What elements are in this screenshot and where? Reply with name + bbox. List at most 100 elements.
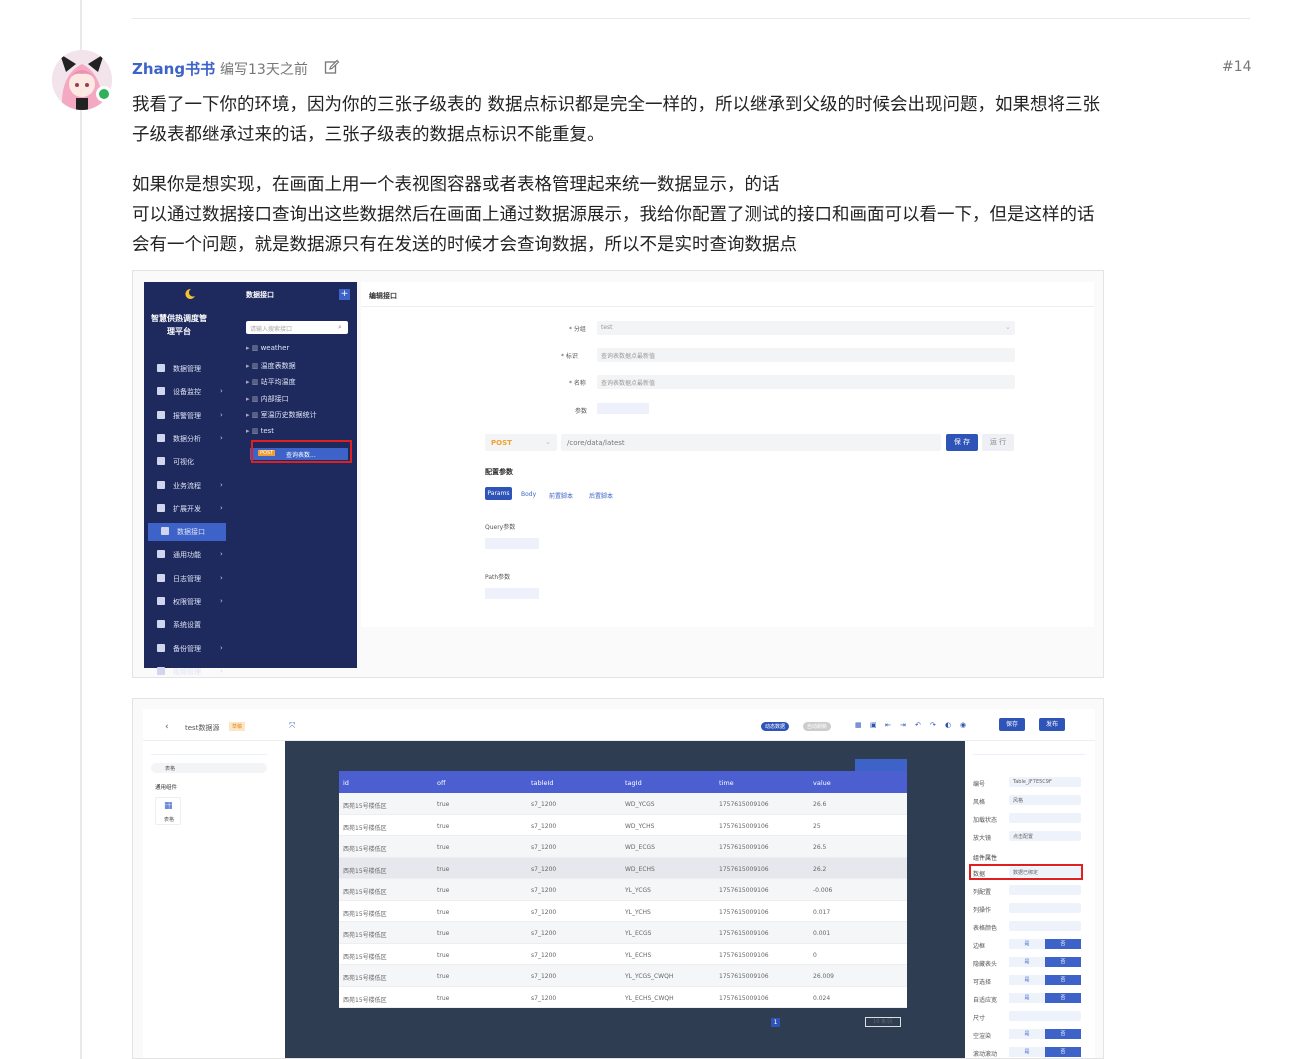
table-cell: WD_YCHS (625, 822, 655, 830)
prop-label: 列操作 (973, 907, 992, 914)
toolbar-icon[interactable]: ▣ (870, 721, 877, 729)
query-tools[interactable] (485, 538, 539, 549)
tab-post-script[interactable]: 后置脚本 (589, 491, 613, 500)
table-cell: s7_1200 (531, 887, 557, 894)
author-name[interactable]: Zhang书书 (132, 58, 215, 79)
tree-item[interactable]: ▸ ▥ 站平均温度 (246, 377, 296, 387)
column-header[interactable]: tableId (531, 779, 554, 787)
pencil-icon[interactable] (324, 59, 340, 75)
publish-button[interactable]: 发布 (1039, 718, 1065, 731)
screenshot-api-editor[interactable]: 智慧供热调度管理平台 数据管理 设备监控 › 报警管理 › 数据分析 › 可视化 业务流程 › 扩展… (132, 270, 1104, 678)
table-row[interactable]: 西苑15号楼低区 true s7_1200 WD_YCGS 1757615009106 2… (339, 793, 907, 815)
add-icon[interactable]: + (339, 289, 350, 300)
column-header[interactable]: value (813, 779, 831, 787)
url-input[interactable]: /core/data/latest (561, 434, 941, 451)
panel-tabs[interactable] (151, 745, 267, 755)
data-table[interactable]: id off tableId tagId time value 西苑15号楼低区 true s… (339, 771, 907, 1027)
prop-field[interactable] (1009, 1011, 1081, 1021)
menu-icon (161, 527, 169, 536)
tree-item[interactable]: ▸ ▥ weather (246, 344, 289, 352)
tab-params[interactable]: Params (485, 487, 512, 500)
table-row[interactable]: 西苑15号楼低区 true s7_1200 YL_ECHS 1757615009106 0 (339, 943, 907, 965)
table-row[interactable]: 西苑15号楼低区 true s7_1200 YL_ECHS_CWQH 175761500… (339, 986, 907, 1008)
table-cell: 1757615009106 (719, 865, 769, 873)
tab-body[interactable]: Body (521, 491, 536, 498)
table-widget[interactable]: ▦ 表格 (155, 797, 181, 825)
toolbar-icon[interactable]: ◉ (960, 721, 966, 729)
tree-item[interactable]: ▸ ▥ 室温历史数据统计 (246, 410, 317, 420)
path-tools[interactable] (485, 588, 539, 599)
method-select[interactable]: POST ⌄ (485, 434, 557, 451)
tab-pre-script[interactable]: 前置脚本 (549, 491, 573, 500)
side-menu-item[interactable]: 视频管理 › (144, 663, 357, 677)
tree-item[interactable]: ▸ ▥ test (246, 427, 274, 435)
column-header[interactable]: off (437, 779, 445, 787)
toolbar-icon[interactable]: ▦ (855, 721, 862, 729)
prop-toggle[interactable]: 是否 (1009, 1029, 1081, 1039)
side-menu-item[interactable]: 备份管理 › (144, 640, 357, 658)
column-header[interactable]: id (343, 779, 349, 787)
table-row[interactable]: 西苑15号楼低区 true s7_1200 YL_YCGS 1757615009106 -… (339, 879, 907, 901)
column-header[interactable]: time (719, 779, 734, 787)
tree-search-input[interactable]: 请输入搜索接口 ⌕ (246, 321, 348, 334)
component-search-input[interactable]: 表格 (151, 763, 267, 773)
table-tools[interactable] (855, 759, 907, 771)
back-icon[interactable]: ‹ (165, 722, 169, 732)
toolbar-icon[interactable]: ⇤ (885, 721, 891, 729)
toolbar-icon[interactable]: ↷ (930, 721, 936, 729)
prop-toggle[interactable]: 是否 (1009, 993, 1081, 1003)
group-select[interactable]: test ⌄ (597, 321, 1015, 335)
online-status-dot (96, 86, 112, 102)
prop-toggle[interactable]: 是否 (1009, 957, 1081, 967)
save-button[interactable]: 保 存 (946, 434, 978, 451)
table-row[interactable]: 西苑15号楼低区 true s7_1200 YL_YCGS_CWQH 175761500… (339, 965, 907, 987)
param-tools[interactable] (597, 403, 649, 414)
table-row[interactable]: 西苑15号楼低区 true s7_1200 WD_ECGS 1757615009106 2… (339, 836, 907, 858)
page-size-select[interactable]: 10 条/页 (865, 1017, 901, 1027)
toolbar-icon[interactable]: ↶ (915, 721, 921, 729)
ident-input[interactable]: 查询表数据点最新值 (597, 348, 1015, 362)
prop-field[interactable] (1009, 813, 1081, 823)
toolbar-icon[interactable]: ⇥ (900, 721, 906, 729)
table-row[interactable]: 西苑15号楼低区 true s7_1200 YL_YCHS 1757615009106 0… (339, 900, 907, 922)
prop-field[interactable]: 点击配置 (1009, 831, 1081, 841)
prop-toggle[interactable]: 是否 (1009, 1047, 1081, 1057)
props-tabs[interactable] (973, 745, 1085, 755)
side-menu-item[interactable]: 扩展开发 › (144, 500, 357, 518)
screenshot-page-designer[interactable]: ‹ test数据源 草稿 ⤧ 动态数据 自动刷新 ▦ ▣ ⇤ ⇥ ↶ ↷ ◐ ◉ 保存 发布 … (132, 698, 1104, 1059)
canvas[interactable]: id off tableId tagId time value 西苑15号楼低区 true s… (285, 741, 965, 1058)
column-header[interactable]: tagId (625, 779, 642, 787)
page-current[interactable]: 1 (771, 1018, 780, 1027)
table-row[interactable]: 西苑15号楼低区 true s7_1200 WD_ECHS 1757615009106 2… (339, 857, 907, 879)
name-input[interactable]: 查询表数据点最新值 (597, 375, 1015, 389)
side-menu-item[interactable]: 数据接口 (148, 523, 226, 542)
side-menu-item[interactable]: 系统设置 (144, 616, 357, 634)
table-cell: s7_1200 (531, 801, 557, 808)
side-menu-item[interactable]: 日志管理 › (144, 570, 357, 588)
dynamic-data-toggle[interactable]: 动态数据 (761, 722, 790, 731)
edited-time[interactable]: 编写13天之前 (220, 59, 308, 79)
post-number[interactable]: #14 (1222, 59, 1252, 75)
tree-item[interactable]: ▸ ▥ 内部接口 (246, 394, 289, 404)
prop-field[interactable] (1009, 921, 1081, 931)
prop-toggle[interactable]: 是否 (1009, 939, 1081, 949)
side-menu-item[interactable]: 业务流程 › (144, 477, 357, 495)
auto-refresh-toggle[interactable]: 自动刷新 (803, 722, 832, 731)
table-cell: 0 (813, 951, 817, 959)
table-row[interactable]: 西苑15号楼低区 true s7_1200 WD_YCHS 1757615009106 2… (339, 814, 907, 836)
side-menu-item[interactable]: 通用功能 › (144, 546, 357, 564)
prop-field[interactable] (1009, 885, 1081, 895)
save-button[interactable]: 保存 (999, 718, 1025, 731)
prop-field[interactable] (1009, 903, 1081, 913)
toolbar-icon[interactable]: ◐ (945, 721, 951, 729)
tree-item[interactable]: ▸ ▥ 温度表数据 (246, 361, 296, 371)
expand-icon[interactable]: ⤧ (289, 721, 295, 731)
table-row[interactable]: 西苑15号楼低区 true s7_1200 YL_ECGS 1757615009106 0… (339, 922, 907, 944)
table-cell: YL_YCGS_CWQH (625, 973, 674, 980)
prop-field[interactable]: 风格 (1009, 795, 1081, 805)
side-menu-item[interactable]: 权限管理 › (144, 593, 357, 611)
run-button[interactable]: 运 行 (982, 434, 1014, 451)
prop-field[interactable]: Table_JF7E5C9F (1009, 777, 1081, 787)
prop-toggle[interactable]: 是否 (1009, 975, 1081, 985)
search-icon: ⌕ (338, 323, 342, 331)
